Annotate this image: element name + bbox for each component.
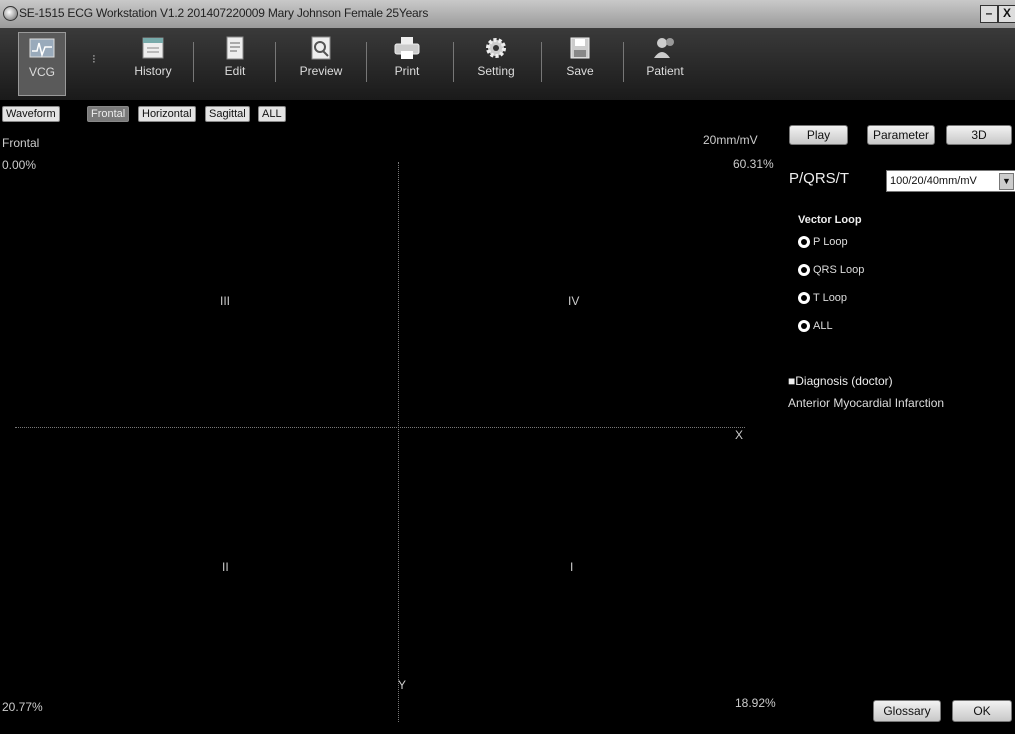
vcg-button[interactable]: VCG	[18, 32, 66, 96]
x-axis-label: X	[735, 428, 744, 442]
history-button[interactable]: History	[128, 32, 178, 94]
vector-loop-plot: Frontal 0.00% 20mm/mV 60.31% III IV II I…	[0, 122, 776, 722]
tab-sagittal[interactable]: Sagittal	[205, 106, 250, 122]
quadrant-label-ii: II	[222, 560, 229, 574]
toolbar-separator	[623, 42, 624, 82]
toolbar-separator	[366, 42, 367, 82]
radio-p-loop[interactable]: P Loop	[798, 236, 848, 249]
pqrst-label: P/QRS/T	[789, 170, 850, 187]
quadrant-label-i: I	[570, 560, 574, 574]
parameter-button[interactable]: Parameter	[867, 125, 935, 145]
radio-icon	[798, 320, 810, 333]
sensitivity-label: 20mm/mV	[703, 133, 758, 147]
radio-all[interactable]: ALL	[798, 320, 833, 333]
scroll-dots-icon: ⁝	[92, 52, 96, 66]
vcg-icon	[29, 38, 55, 58]
ok-button[interactable]: OK	[952, 700, 1012, 722]
toolbar-separator	[275, 42, 276, 82]
top-left-percent: 0.00%	[2, 158, 37, 172]
bottom-left-percent: 20.77%	[2, 700, 43, 714]
history-icon	[142, 37, 164, 59]
quadrant-label-iv: IV	[568, 294, 580, 308]
y-axis-label: Y	[398, 678, 407, 692]
diagnosis-title: ■Diagnosis (doctor)	[788, 374, 893, 388]
minimize-button[interactable]: –	[980, 5, 998, 23]
edit-icon	[226, 36, 244, 60]
save-icon	[570, 37, 590, 59]
y-axis-line	[398, 162, 399, 722]
radio-icon	[798, 264, 810, 277]
toolbar-separator	[541, 42, 542, 82]
scale-select-value: 100/20/40mm/mV	[890, 175, 977, 187]
app-icon	[3, 6, 18, 21]
radio-icon	[798, 292, 810, 305]
edit-button[interactable]: Edit	[213, 32, 257, 94]
tab-waveform[interactable]: Waveform	[2, 106, 60, 122]
glossary-button[interactable]: Glossary	[873, 700, 941, 722]
play-button[interactable]: Play	[789, 125, 848, 145]
patient-icon	[654, 38, 674, 58]
tab-frontal[interactable]: Frontal	[87, 106, 130, 122]
print-icon	[394, 37, 420, 59]
setting-button[interactable]: Setting	[470, 32, 522, 94]
toolbar-separator	[193, 42, 194, 82]
window-title: SE-1515 ECG Workstation V1.2 20140722000…	[19, 6, 429, 20]
save-button[interactable]: Save	[560, 32, 600, 94]
preview-icon	[311, 36, 331, 60]
view-name: Frontal	[2, 136, 40, 150]
vector-loop-title: Vector Loop	[798, 214, 862, 226]
print-button[interactable]: Print	[385, 32, 429, 94]
preview-button[interactable]: Preview	[294, 32, 348, 94]
toolbar: VCG ⁝ History Edit Preview Print Setting…	[0, 28, 1015, 100]
tab-horizontal[interactable]: Horizontal	[138, 106, 196, 122]
close-button[interactable]: X	[998, 5, 1015, 23]
patient-button[interactable]: Patient	[640, 32, 690, 94]
quadrant-label-iii: III	[220, 294, 231, 308]
bottom-right-percent: 18.92%	[735, 696, 776, 710]
scale-select[interactable]: 100/20/40mm/mV ▼	[886, 170, 1015, 192]
chevron-down-icon: ▼	[999, 173, 1014, 190]
diagnosis-text: Anterior Myocardial Infarction	[788, 396, 945, 410]
title-bar: SE-1515 ECG Workstation V1.2 20140722000…	[0, 0, 1015, 29]
3d-button[interactable]: 3D	[946, 125, 1012, 145]
radio-t-loop[interactable]: T Loop	[798, 292, 847, 305]
radio-qrs-loop[interactable]: QRS Loop	[798, 264, 864, 277]
radio-icon	[798, 236, 810, 249]
tab-all[interactable]: ALL	[258, 106, 286, 122]
top-right-percent: 60.31%	[733, 157, 774, 171]
x-axis-line	[15, 427, 745, 428]
toolbar-separator	[453, 42, 454, 82]
gear-icon	[486, 38, 506, 58]
